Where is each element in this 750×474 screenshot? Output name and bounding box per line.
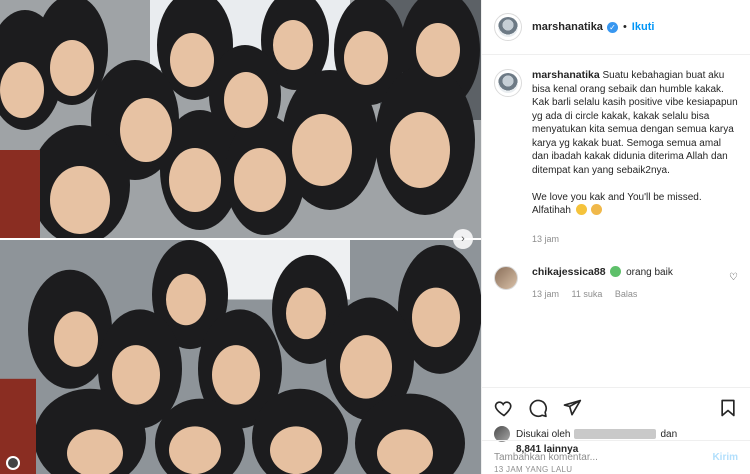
crying-emoji-icon [610,265,622,277]
comment-likes[interactable]: 11 suka [572,289,603,299]
comment-time[interactable]: 13 jam [532,289,559,299]
author-username[interactable]: marshanatika [532,21,603,33]
avatar[interactable] [494,13,522,41]
comment-like-heart-icon[interactable]: ♡ [729,272,738,283]
post-sidebar: marshanatika ✓ • Ikuti marshanatika Suat… [481,0,750,474]
send-comment-button[interactable]: Kirim [712,452,738,463]
bookmark-icon[interactable] [718,398,738,418]
group-photo-bottom [0,238,481,474]
profile-badge-icon [6,456,20,470]
comments-section: marshanatika Suatu kebahagian buat aku b… [482,55,750,387]
commenter-avatar[interactable] [494,265,518,290]
post-header: marshanatika ✓ • Ikuti [482,0,750,55]
like-heart-icon[interactable] [494,398,514,418]
redacted-username [574,429,657,439]
follow-button[interactable]: Ikuti [632,21,655,33]
instagram-post: › marshanatika ✓ • Ikuti marshanatika Su… [0,0,750,474]
caption-time[interactable]: 13 jam [532,234,559,244]
commenter-username[interactable]: chikajessica88 [532,266,606,278]
caption-username[interactable]: marshanatika [532,69,600,81]
liked-by-prefix: Disukai oleh [516,428,571,440]
share-paper-plane-icon[interactable] [562,398,582,418]
liked-by-and: dan [660,428,678,440]
reply-button[interactable]: Balas [615,289,638,299]
next-photo-button[interactable]: › [453,229,473,249]
caption-text: Suatu kebahagian buat aku bisa kenal ora… [532,70,738,216]
comment-input[interactable] [494,452,713,463]
verified-badge-icon: ✓ [606,21,618,33]
comment-text: orang baik [626,266,673,278]
add-comment-bar: Kirim [482,440,750,474]
caption-avatar[interactable] [494,69,522,97]
chevron-right-icon: › [461,233,465,245]
comment-item: chikajessica88 orang baik 13 jam 11 suka… [494,265,738,299]
caption: marshanatika Suatu kebahagian buat aku b… [494,69,738,244]
post-media[interactable]: › [0,0,481,474]
sad-emoji-icon [590,204,602,215]
separator-dot: • [622,21,627,33]
comment-bubble-icon[interactable] [528,398,548,418]
pray-emoji-icon [575,204,587,215]
group-photo-top [0,0,481,238]
